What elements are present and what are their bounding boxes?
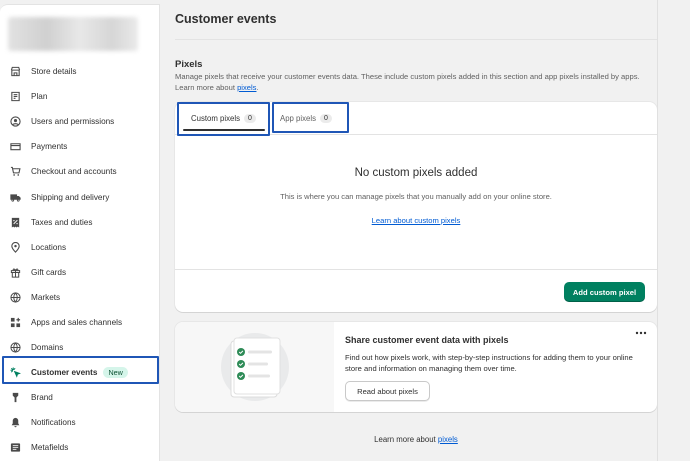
sidebar-item-label: Metafields (31, 443, 69, 453)
plan-icon (10, 91, 21, 102)
domain-icon (10, 342, 21, 353)
sidebar-item-taxes[interactable]: Taxes and duties (0, 210, 159, 235)
sidebar-item-apps[interactable]: Apps and sales channels (0, 310, 159, 335)
learn-custom-pixels-link[interactable]: Learn about custom pixels (372, 216, 461, 225)
gift-icon (10, 267, 21, 278)
sidebar-item-label: Apps and sales channels (31, 317, 123, 327)
settings-sidebar: Store details Plan Users and permissions… (0, 4, 160, 461)
pixels-description: Manage pixels that receive your customer… (175, 72, 640, 92)
pixels-heading: Pixels (175, 59, 203, 70)
sidebar-item-payments[interactable]: Payments (0, 134, 159, 159)
card-footer-divider (175, 269, 657, 270)
truck-icon (10, 192, 21, 203)
sidebar-item-checkout[interactable]: Checkout and accounts (0, 159, 159, 184)
sidebar-item-label: Notifications (31, 418, 76, 428)
sidebar-item-users[interactable]: Users and permissions (0, 109, 159, 134)
receipt-icon (10, 217, 21, 228)
user-icon (10, 116, 21, 127)
sidebar-item-domains[interactable]: Domains (0, 335, 159, 360)
globe-icon (10, 292, 21, 303)
sidebar-item-label: Locations (31, 242, 67, 252)
sidebar-item-shipping[interactable]: Shipping and delivery (0, 184, 159, 209)
sidebar-item-label: Store details (31, 67, 77, 77)
empty-state-title: No custom pixels added (354, 167, 478, 179)
cart-icon (10, 166, 21, 177)
sidebar-item-brand[interactable]: Brand (0, 385, 159, 410)
main-content: Customer events Pixels Manage pixels tha… (175, 0, 665, 461)
sidebar-item-label: Shipping and delivery (31, 192, 110, 202)
store-name-blurred (8, 17, 138, 51)
sidebar-item-plan[interactable]: Plan (0, 84, 159, 109)
share-card-title: Share customer event data with pixels (345, 335, 509, 345)
tab-selected-indicator (183, 129, 265, 131)
sidebar-item-metafields[interactable]: Metafields (0, 435, 159, 460)
content-edge-divider (657, 0, 658, 461)
share-event-data-card: Share customer event data with pixels Fi… (175, 322, 657, 412)
store-icon (10, 66, 21, 77)
credit-card-icon (10, 141, 21, 152)
title-divider (175, 39, 657, 40)
sidebar-item-label: Gift cards (31, 267, 67, 277)
sidebar-item-label: Checkout and accounts (31, 167, 117, 177)
sidebar-item-notifications[interactable]: Notifications (0, 410, 159, 435)
footer-pixels-link[interactable]: pixels (438, 435, 458, 444)
brand-icon (10, 392, 21, 403)
pixels-illustration (175, 322, 334, 412)
sidebar-item-label: Customer events (31, 368, 98, 378)
tab-count: 0 (243, 114, 256, 123)
bell-icon (10, 417, 21, 428)
page-title: Customer events (175, 12, 277, 26)
share-card-description: Find out how pixels work, with step-by-s… (345, 353, 633, 373)
metafields-icon (10, 442, 21, 453)
sidebar-item-store-details[interactable]: Store details (0, 59, 159, 84)
tab-app-pixels[interactable]: App pixels 0 (280, 102, 332, 135)
read-about-pixels-button[interactable]: Read about pixels (345, 381, 430, 401)
pixels-card: Custom pixels 0 App pixels 0 No custom p… (175, 102, 657, 312)
footer-learn-more: Learn more about pixels (374, 435, 458, 444)
new-badge: New (103, 367, 128, 379)
sidebar-item-label: Markets (31, 292, 61, 302)
settings-nav: Store details Plan Users and permissions… (0, 59, 159, 461)
location-icon (10, 241, 21, 253)
tab-count: 0 (319, 114, 332, 123)
sidebar-item-label: Domains (31, 343, 64, 353)
sidebar-item-label: Taxes and duties (31, 217, 93, 227)
sidebar-item-gift-cards[interactable]: Gift cards (0, 260, 159, 285)
more-horizontal-icon[interactable] (634, 328, 648, 338)
sidebar-item-customer-events[interactable]: Customer events New (0, 360, 159, 385)
sidebar-item-locations[interactable]: Locations (0, 235, 159, 260)
sidebar-item-label: Users and permissions (31, 117, 115, 127)
pixel-tabs: Custom pixels 0 App pixels 0 (175, 102, 657, 135)
pixels-learn-link[interactable]: pixels (237, 83, 256, 92)
cursor-sparkle-icon (10, 367, 21, 378)
sidebar-item-markets[interactable]: Markets (0, 285, 159, 310)
sidebar-item-label: Payments (31, 142, 68, 152)
sidebar-item-label: Brand (31, 393, 53, 403)
sidebar-item-label: Plan (31, 92, 48, 102)
empty-state-description: This is where you can manage pixels that… (280, 192, 552, 201)
apps-icon (10, 317, 21, 328)
add-custom-pixel-button[interactable]: Add custom pixel (564, 282, 645, 302)
